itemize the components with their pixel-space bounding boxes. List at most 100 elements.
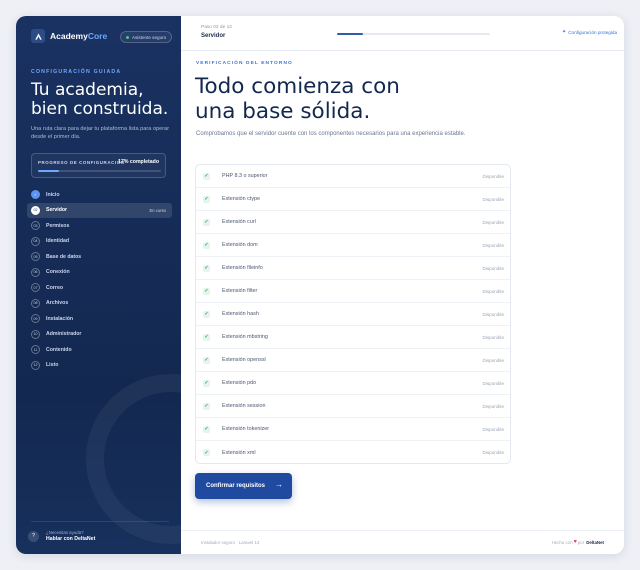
check-icon: ✓ <box>203 379 210 387</box>
sidebar-step-2[interactable]: 03 Permisos <box>27 218 172 234</box>
confirm-requirements-button[interactable]: Confirmar requisitos → <box>195 473 292 499</box>
check-icon: ✓ <box>203 172 210 180</box>
step-label: Base de datos <box>46 253 82 260</box>
status-dot-icon <box>126 35 129 39</box>
sidebar-step-9[interactable]: 10 Administrador <box>27 327 172 343</box>
requirement-row: ✓ Extensión dom Disponible <box>196 234 510 257</box>
step-number: 09 <box>31 314 40 324</box>
protected-config-label: Configuración protegida <box>568 29 617 35</box>
help-text: ¿Necesitas ayuda? Hablar con DeltaNet <box>46 530 95 542</box>
requirement-name: Extensión hash <box>222 311 259 317</box>
requirement-row: ✓ Extensión fileinfo Disponible <box>196 257 510 280</box>
check-icon: ✓ <box>203 310 210 318</box>
requirement-status: Disponible <box>482 311 504 317</box>
sidebar-step-4[interactable]: 05 Base de datos <box>27 249 172 265</box>
setup-progress-label: PROGRESO DE CONFIGURACIÓN <box>38 160 125 165</box>
step-number: 11 <box>31 345 40 355</box>
requirement-row: ✓ Extensión filter Disponible <box>196 280 510 303</box>
sidebar-step-0[interactable]: ✓ Inicio <box>27 187 172 203</box>
page-title-line2: una base sólida. <box>195 98 371 124</box>
requirement-status: Disponible <box>482 219 504 225</box>
brand: AcademyCore <box>31 29 107 43</box>
sidebar-step-5[interactable]: 06 Conexión <box>27 265 172 281</box>
brand-name-first: Academy <box>50 31 88 41</box>
sidebar: AcademyCore Asistente seguro CONFIGURACI… <box>16 16 181 554</box>
sidebar-step-6[interactable]: 07 Correo <box>27 280 172 296</box>
page-title-line1: Todo comienza con <box>195 74 400 99</box>
requirements-list: ✓ PHP 8.3 o superior Disponible ✓ Extensión … <box>195 164 511 464</box>
requirement-row: ✓ PHP 8.3 o superior Disponible <box>196 165 510 188</box>
requirement-status: Disponible <box>482 196 504 202</box>
requirement-row: ✓ Extensión openssl Disponible <box>196 349 510 372</box>
requirement-name: Extensión curl <box>222 219 256 225</box>
requirement-row: ✓ Extensión xml Disponible <box>196 441 510 463</box>
footer-credit: Hecho con ♥ por DeltaNet <box>552 539 604 545</box>
step-label: Conexión <box>46 269 70 276</box>
sidebar-headline: Tu academia, bien construida. <box>31 81 176 119</box>
brand-name-second: Core <box>87 31 108 41</box>
requirement-name: Extensión openssl <box>222 357 266 363</box>
step-list: ✓ Inicio 02 Servidor En curso 03 Permisos 04 Ide… <box>27 187 172 373</box>
help-contact-link[interactable]: Hablar con DeltaNet <box>46 536 95 542</box>
brand-name: AcademyCore <box>50 31 107 41</box>
heart-icon: ♥ <box>573 539 577 545</box>
check-icon: ✓ <box>203 449 210 456</box>
check-icon: ✓ <box>203 264 210 272</box>
sidebar-step-10[interactable]: 11 Contenido <box>27 342 172 358</box>
requirement-name: Extensión ctype <box>222 196 261 202</box>
step-status-badge: En curso <box>149 207 166 213</box>
check-icon: ✓ <box>203 402 210 410</box>
help-link[interactable]: ? ¿Necesitas ayuda? Hablar con DeltaNet <box>28 530 95 542</box>
sidebar-divider <box>31 521 169 522</box>
requirement-status: Disponible <box>482 380 504 386</box>
step-label: Identidad <box>46 238 70 245</box>
footer-credit-prefix: Hecho con <box>551 539 573 545</box>
requirement-status: Disponible <box>482 242 504 248</box>
step-label: Servidor <box>46 207 68 214</box>
step-label: Archivos <box>46 300 69 307</box>
requirement-name: Extensión dom <box>222 242 258 248</box>
sidebar-step-8[interactable]: 09 Instalación <box>27 311 172 327</box>
requirement-status: Disponible <box>482 357 504 363</box>
step-number: 10 <box>31 329 40 339</box>
step-counter: Paso 02 de 12 <box>201 25 232 30</box>
sidebar-subtitle: Una ruta clara para dejar tu plataforma … <box>31 126 170 140</box>
sidebar-step-1[interactable]: 02 Servidor En curso <box>27 202 172 218</box>
requirement-status: Disponible <box>482 403 504 409</box>
sidebar-step-3[interactable]: 04 Identidad <box>27 234 172 250</box>
step-label: Instalación <box>46 315 74 322</box>
secure-assistant-label: Asistente seguro <box>132 34 167 40</box>
step-number: 04 <box>31 236 40 246</box>
step-label: Correo <box>46 284 64 291</box>
sidebar-step-11[interactable]: 12 Listo <box>27 358 172 374</box>
protected-config-badge: ✦ Configuración protegida <box>562 29 617 35</box>
step-label: Inicio <box>46 191 60 198</box>
step-number: 12 <box>31 360 40 370</box>
step-number: 02 <box>31 205 40 215</box>
step-number: 06 <box>31 267 40 277</box>
requirement-status: Disponible <box>482 288 504 294</box>
requirement-name: Extensión tokenizer <box>222 426 270 432</box>
step-progress-fill <box>337 33 363 35</box>
shield-icon: ✦ <box>562 29 567 35</box>
check-icon: ✓ <box>203 287 210 295</box>
page-intro: Comprobamos que el servidor cuente con l… <box>196 131 466 137</box>
requirement-name: Extensión fileinfo <box>222 265 263 271</box>
step-number: 07 <box>31 283 40 293</box>
footer-company-link[interactable]: DeltaNet <box>586 540 604 545</box>
requirement-name: Extensión session <box>222 403 266 409</box>
requirement-row: ✓ Extensión mbstring Disponible <box>196 326 510 349</box>
step-number: 03 <box>31 221 40 231</box>
step-progress-bar <box>337 33 490 35</box>
requirement-row: ✓ Extensión pdo Disponible <box>196 372 510 395</box>
requirement-status: Disponible <box>482 334 504 340</box>
check-icon: ✓ <box>31 190 40 200</box>
requirement-row: ✓ Extensión ctype Disponible <box>196 188 510 211</box>
footer-installer-info: Instalador seguro · Laravel 13 <box>201 540 260 545</box>
sidebar-decoration <box>86 374 181 544</box>
sidebar-step-7[interactable]: 08 Archivos <box>27 296 172 312</box>
requirement-status: Disponible <box>482 426 504 432</box>
secure-assistant-badge: Asistente seguro <box>120 31 173 43</box>
confirm-requirements-label: Confirmar requisitos <box>206 483 266 489</box>
check-icon: ✓ <box>203 333 210 341</box>
